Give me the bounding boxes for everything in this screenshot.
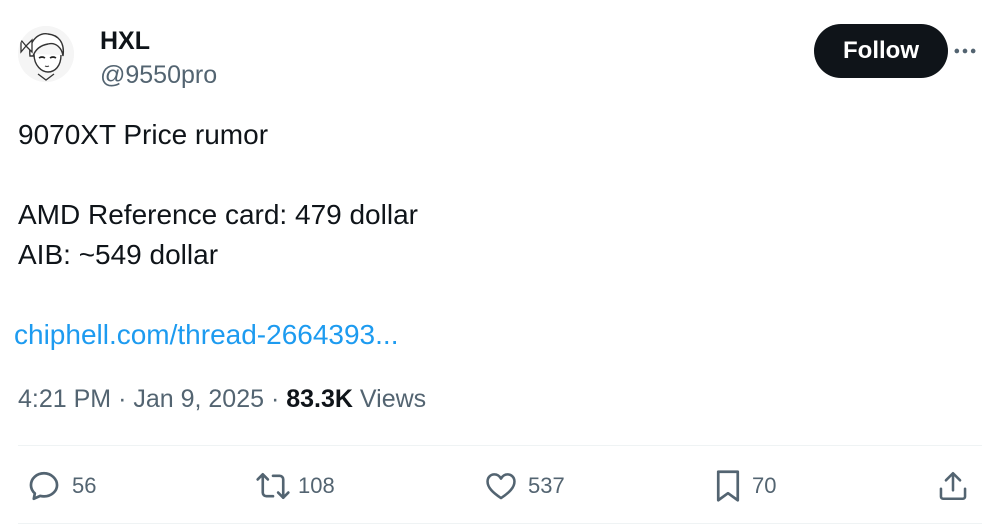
post-time[interactable]: 4:21 PM (18, 385, 111, 413)
post-date[interactable]: Jan 9, 2025 (133, 385, 264, 413)
bookmark-button[interactable]: 70 (712, 466, 776, 506)
tweet-card: HXL @9550pro Follow 9070XT Price rumor A… (0, 0, 996, 526)
meta-separator: · (118, 385, 127, 413)
reply-button[interactable]: 56 (26, 466, 96, 506)
repost-count: 108 (298, 473, 335, 498)
author-display-name[interactable]: HXL (100, 26, 150, 56)
like-icon (486, 473, 516, 500)
author-handle[interactable]: @9550pro (100, 60, 217, 90)
avatar-illustration (18, 26, 74, 82)
reply-count: 56 (72, 473, 97, 498)
repost-icon (256, 472, 290, 500)
views-count: 83.3K (286, 385, 353, 413)
post-text-line: AIB: ~549 dollar (18, 239, 219, 270)
follow-button[interactable]: Follow (814, 24, 948, 78)
avatar[interactable] (18, 26, 74, 82)
post-text-line: AMD Reference card: 479 dollar (18, 199, 418, 230)
post-text-line: 9070XT Price rumor (18, 119, 269, 150)
divider (18, 523, 982, 524)
post-link[interactable]: chiphell.com/thread-2664393... (14, 318, 398, 352)
like-count: 537 (528, 473, 565, 498)
reply-icon (29, 471, 59, 501)
repost-button[interactable]: 108 (254, 466, 335, 506)
bookmark-count: 70 (752, 473, 777, 498)
more-options-button[interactable] (950, 36, 980, 66)
share-icon (939, 471, 967, 501)
post-meta: 4:21 PM · Jan 9, 2025 · 83.3K Views (18, 383, 426, 415)
like-button[interactable]: 537 (484, 466, 565, 506)
bookmark-icon (716, 470, 740, 502)
share-button[interactable] (936, 466, 970, 506)
meta-separator: · (270, 385, 280, 413)
more-icon (954, 48, 976, 54)
divider (18, 445, 982, 446)
views-label: Views (359, 385, 427, 413)
